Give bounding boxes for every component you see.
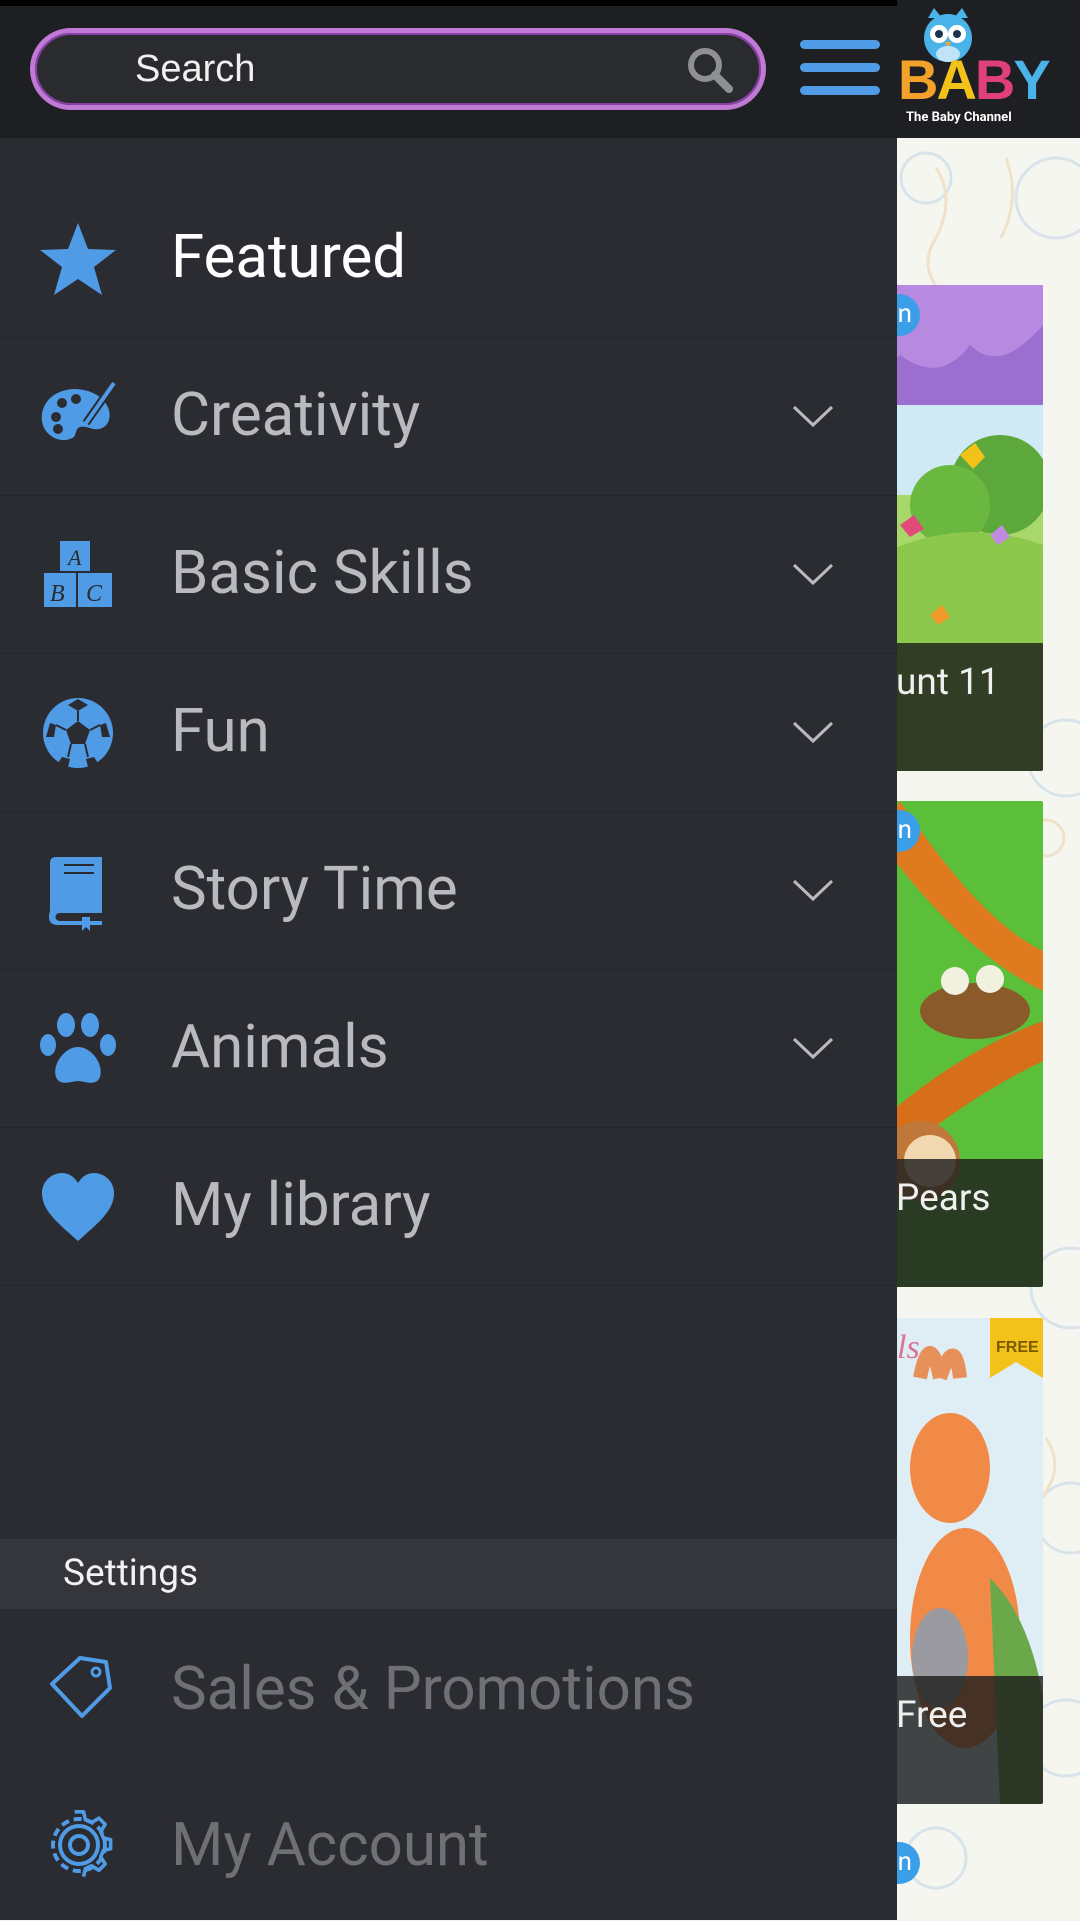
search-bar[interactable] bbox=[30, 28, 766, 110]
video-card-title: Pears bbox=[896, 1177, 991, 1220]
drawer-item-creativity[interactable]: Creativity bbox=[0, 337, 897, 496]
drawer-item-label: Sales & Promotions bbox=[171, 1653, 695, 1724]
book-icon bbox=[48, 857, 102, 931]
video-card-caption: Free bbox=[880, 1676, 1043, 1804]
drawer-item-fun[interactable]: Fun bbox=[0, 653, 897, 812]
chevron-down-icon[interactable] bbox=[790, 393, 836, 439]
chevron-down-icon[interactable] bbox=[790, 1025, 836, 1071]
video-card[interactable]: als FREE Free bbox=[880, 1318, 1043, 1804]
video-card[interactable]: unt 11 bbox=[880, 285, 1043, 771]
search-icon[interactable] bbox=[685, 45, 735, 95]
svg-text:A: A bbox=[66, 545, 82, 570]
baby-channel-logo: BABY The Baby Channel bbox=[898, 6, 1051, 132]
hamburger-menu-icon[interactable] bbox=[800, 40, 880, 98]
abc-blocks-icon: A B C bbox=[44, 541, 112, 607]
star-icon bbox=[40, 223, 116, 295]
drawer-item-label: Story Time bbox=[171, 853, 458, 924]
drawer-item-my-library[interactable]: My library bbox=[0, 1127, 897, 1286]
status-bar-strip bbox=[0, 0, 897, 6]
video-card-caption: Pears bbox=[880, 1159, 1043, 1287]
settings-header-label: Settings bbox=[63, 1552, 199, 1595]
drawer-item-label: Animals bbox=[171, 1011, 389, 1082]
drawer-item-label: Creativity bbox=[171, 379, 421, 450]
svg-text:B: B bbox=[50, 581, 65, 607]
video-card-title: unt 11 bbox=[896, 661, 1000, 704]
palette-icon bbox=[41, 380, 118, 441]
chevron-down-icon[interactable] bbox=[790, 709, 836, 755]
drawer-item-basic-skills[interactable]: A B C Basic Skills bbox=[0, 495, 897, 654]
drawer-item-label: My Account bbox=[171, 1809, 489, 1880]
heart-icon bbox=[42, 1173, 114, 1241]
drawer-item-label: My library bbox=[171, 1169, 431, 1240]
settings-section-header: Settings bbox=[0, 1539, 897, 1609]
svg-text:C: C bbox=[86, 581, 103, 607]
tag-icon bbox=[50, 1656, 112, 1718]
navigation-drawer: Featured Creativity A B C Basic Skills F… bbox=[0, 138, 897, 1920]
gear-icon bbox=[51, 1810, 113, 1877]
drawer-item-label: Fun bbox=[171, 695, 270, 766]
video-card-title: Free bbox=[896, 1694, 968, 1737]
video-card-caption: unt 11 bbox=[880, 643, 1043, 771]
logo-subtitle: The Baby Channel bbox=[906, 110, 1012, 125]
paw-icon bbox=[40, 1013, 116, 1083]
drawer-item-featured[interactable]: Featured bbox=[0, 179, 897, 338]
drawer-item-animals[interactable]: Animals bbox=[0, 969, 897, 1128]
drawer-item-label: Featured bbox=[171, 221, 407, 292]
soccer-ball-icon bbox=[43, 698, 113, 768]
app-header: BABY The Baby Channel bbox=[0, 0, 1080, 138]
drawer-item-story-time[interactable]: Story Time bbox=[0, 811, 897, 970]
drawer-item-label: Basic Skills bbox=[171, 537, 474, 608]
chevron-down-icon[interactable] bbox=[790, 867, 836, 913]
drawer-item-sales-promotions[interactable]: Sales & Promotions bbox=[0, 1609, 897, 1765]
chevron-down-icon[interactable] bbox=[790, 551, 836, 597]
drawer-item-my-account[interactable]: My Account bbox=[0, 1765, 897, 1921]
free-badge: FREE bbox=[996, 1339, 1039, 1356]
search-input[interactable] bbox=[135, 45, 635, 93]
logo-wordmark: BABY bbox=[898, 48, 1051, 111]
video-card[interactable]: Pears bbox=[880, 801, 1043, 1287]
